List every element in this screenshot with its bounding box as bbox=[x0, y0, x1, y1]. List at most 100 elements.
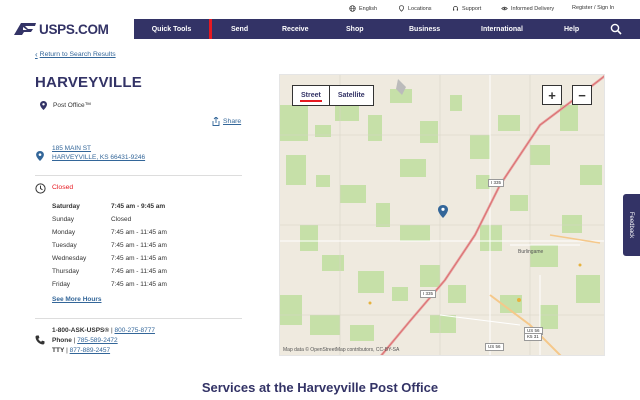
hours-row: Thursday 7:45 am - 11:45 am bbox=[52, 265, 192, 278]
divider bbox=[35, 318, 242, 319]
address-line-1: 185 MAIN ST bbox=[52, 145, 92, 152]
ask-usps-phone-link[interactable]: 800-275-8777 bbox=[114, 327, 154, 334]
hours-time: 7:45 am - 11:45 am bbox=[111, 242, 167, 249]
support-label: Support bbox=[462, 5, 482, 12]
state-route-shield: K5 31 bbox=[524, 333, 542, 341]
feedback-tab[interactable]: Feedback bbox=[623, 194, 640, 256]
page-title: HARVEYVILLE bbox=[35, 74, 142, 91]
address-pin-icon bbox=[36, 151, 44, 161]
hours-time: 7:45 am - 11:45 am bbox=[111, 281, 167, 288]
hours-time: 7:45 am - 11:45 am bbox=[111, 255, 167, 262]
hours-row: Monday 7:45 am - 11:45 am bbox=[52, 226, 192, 239]
support-icon bbox=[453, 6, 458, 11]
nav-shop-label: Shop bbox=[346, 25, 364, 33]
interstate-shield: I 335 bbox=[488, 179, 505, 187]
nav-help-label: Help bbox=[564, 25, 580, 33]
breadcrumb-back-link[interactable]: ‹ Return to Search Results bbox=[35, 50, 116, 59]
nav-help[interactable]: Help bbox=[564, 19, 579, 39]
nav-send-label: Send bbox=[231, 25, 249, 33]
phone-number-link[interactable]: 785-589-2472 bbox=[77, 337, 117, 344]
status-badge: Closed bbox=[52, 184, 74, 191]
hours-day: Monday bbox=[52, 229, 76, 236]
divider bbox=[35, 175, 242, 176]
phone-icon bbox=[35, 335, 45, 345]
nav-business-label: Business bbox=[409, 25, 441, 33]
support-link[interactable]: Support bbox=[452, 5, 481, 12]
nav-international-label: International bbox=[481, 25, 524, 33]
hours-row: Wednesday 7:45 am - 11:45 am bbox=[52, 252, 192, 265]
hours-time: 7:45 am - 11:45 am bbox=[111, 268, 167, 275]
zoom-in-button[interactable]: + bbox=[542, 85, 562, 105]
interstate-shield: I 335 bbox=[420, 290, 437, 298]
nav-receive-label: Receive bbox=[282, 25, 309, 33]
utility-bar: English Locations Support Informed Deliv… bbox=[0, 0, 640, 19]
eagle-logo-icon bbox=[14, 23, 36, 35]
search-icon[interactable] bbox=[610, 23, 622, 35]
address-link[interactable]: 185 MAIN ST HARVEYVILLE, KS 66431-9246 bbox=[52, 144, 145, 162]
share-icon bbox=[212, 117, 220, 126]
hours-time: 7:45 am - 9:45 am bbox=[111, 203, 166, 210]
hours-row: Saturday 7:45 am - 9:45 am bbox=[52, 200, 192, 213]
nav-quick-tools-label: Quick Tools bbox=[151, 25, 192, 33]
phone-label: Phone bbox=[52, 337, 72, 344]
zoom-out-button[interactable]: − bbox=[572, 85, 592, 105]
contact-row-phone: Phone | 785-589-2472 bbox=[52, 337, 118, 344]
ask-usps-label: 1-800-ASK-USPS® bbox=[52, 327, 110, 334]
feedback-label: Feedback bbox=[628, 211, 635, 239]
map-town-label: Burlingame bbox=[518, 249, 544, 255]
hours-day: Thursday bbox=[52, 268, 80, 275]
hours-day: Tuesday bbox=[52, 242, 77, 249]
share-label: Share bbox=[223, 118, 242, 125]
mail-eye-icon bbox=[501, 6, 508, 11]
map-street-option[interactable]: Street bbox=[293, 86, 329, 105]
nav-send[interactable]: Send bbox=[231, 19, 248, 39]
hours-row: Sunday Closed bbox=[52, 213, 192, 226]
nav-receive[interactable]: Receive bbox=[282, 19, 308, 39]
hours-day: Saturday bbox=[52, 203, 80, 210]
hours-row: Friday 7:45 am - 11:45 am bbox=[52, 278, 192, 291]
clock-icon bbox=[35, 183, 46, 194]
hours-row: Tuesday 7:45 am - 11:45 am bbox=[52, 239, 192, 252]
map-type-toggle: Street Satellite bbox=[292, 85, 374, 106]
us-route-shield: US 56 bbox=[485, 343, 504, 351]
main-navigation: Quick Tools Send Receive Shop Business I… bbox=[134, 19, 640, 39]
globe-icon bbox=[349, 5, 356, 12]
language-label: English bbox=[359, 5, 378, 12]
logo-text: USPS.COM bbox=[39, 21, 109, 37]
breadcrumb-label: Return to Search Results bbox=[39, 51, 116, 58]
nav-international[interactable]: International bbox=[481, 19, 523, 39]
locations-label: Locations bbox=[408, 5, 432, 12]
post-office-type-label: Post Office™ bbox=[53, 102, 92, 109]
location-pin-icon bbox=[40, 101, 47, 110]
address-line-2: HARVEYVILLE, KS 66431-9246 bbox=[52, 154, 146, 161]
map-attribution: Map data © OpenStreetMap contributors, C… bbox=[283, 347, 400, 353]
chevron-left-icon: ‹ bbox=[35, 50, 38, 59]
register-sign-in-link[interactable]: Register / Sign In bbox=[572, 5, 614, 11]
location-map[interactable]: Burlingame I 335 I 335 US 56 K5 31 US 56… bbox=[279, 74, 605, 356]
tty-number-link[interactable]: 877-889-2457 bbox=[70, 347, 110, 354]
map-tiles[interactable] bbox=[280, 75, 605, 356]
post-office-type: Post Office™ bbox=[40, 101, 91, 110]
hours-day: Sunday bbox=[52, 216, 75, 223]
services-heading: Services at the Harveyville Post Office bbox=[201, 380, 439, 395]
register-label: Register / Sign In bbox=[572, 5, 615, 11]
share-link[interactable]: Share bbox=[212, 117, 241, 126]
locations-link[interactable]: Locations bbox=[398, 5, 432, 12]
hours-table: Saturday 7:45 am - 9:45 am Sunday Closed M… bbox=[52, 200, 192, 291]
language-link[interactable]: English bbox=[349, 5, 377, 12]
informed-delivery-label: Informed Delivery bbox=[511, 5, 555, 12]
hours-time: Closed bbox=[111, 216, 132, 223]
contact-row-tty: TTY | 877-889-2457 bbox=[52, 347, 111, 354]
hours-time: 7:45 am - 11:45 am bbox=[111, 229, 167, 236]
nav-business[interactable]: Business bbox=[409, 19, 440, 39]
nav-shop[interactable]: Shop bbox=[346, 19, 364, 39]
map-satellite-option[interactable]: Satellite bbox=[330, 86, 373, 105]
nav-quick-tools[interactable]: Quick Tools bbox=[134, 19, 212, 39]
contact-info: 1-800-ASK-USPS® | 800-275-8777 Phone | 7… bbox=[52, 326, 155, 356]
hours-day: Friday bbox=[52, 281, 71, 288]
contact-row-ask-usps: 1-800-ASK-USPS® | 800-275-8777 bbox=[52, 327, 155, 334]
informed-delivery-link[interactable]: Informed Delivery bbox=[501, 5, 554, 12]
usps-logo[interactable]: USPS.COM bbox=[14, 20, 109, 38]
tty-label: TTY bbox=[52, 347, 65, 354]
see-more-hours-link[interactable]: See More Hours bbox=[52, 296, 102, 303]
